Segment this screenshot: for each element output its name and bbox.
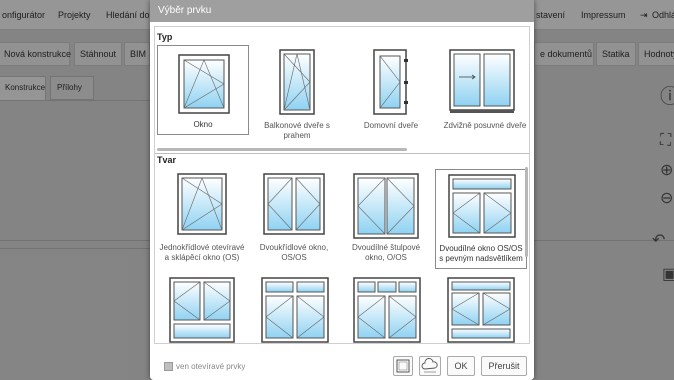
- tvar-label: Dvoukřídlové okno, OS/OS: [259, 243, 329, 262]
- cloud-button[interactable]: [419, 356, 441, 376]
- tvar-card-single-sash[interactable]: Jednokřídlové otevíravé a sklápěcí okno …: [157, 169, 247, 269]
- outward-opening-label: ven otevíravé prvky: [176, 362, 246, 371]
- frame-view-button[interactable]: [393, 356, 413, 376]
- lift-slide-door-icon: [449, 49, 515, 113]
- tvar-label: Dvoudílné štulpové okno, O/OS: [351, 243, 421, 262]
- typ-label: Okno: [193, 120, 213, 129]
- double-sash-window-icon: [263, 173, 325, 235]
- tvar-card-double-sash[interactable]: Dvoukřídlové okno, OS/OS: [249, 169, 339, 269]
- typ-label: Balkonové dveře s prahem: [264, 121, 330, 140]
- dialog-footer: ven otevíravé prvky OK Přerušit: [150, 346, 534, 380]
- tvar-label: Dvoudílné okno OS/OS s pevným nadsvětlík…: [439, 244, 523, 263]
- window-tilt-turn-icon: [178, 54, 230, 114]
- tvar-card-transom-split[interactable]: [249, 273, 339, 343]
- dialog-body: Typ Okno Balkonové dveře s prahem Domovn…: [154, 26, 530, 344]
- typ-card-balcony-door[interactable]: Balkonové dveře s prahem: [251, 45, 343, 145]
- element-selection-dialog: Výběr prvku Typ Okno Balkonové dveře s p: [150, 0, 534, 380]
- vertical-scrollbar[interactable]: [525, 167, 528, 257]
- typ-section-title: Typ: [157, 32, 173, 42]
- tvar-section-title: Tvar: [157, 155, 177, 165]
- balcony-door-icon: [279, 49, 315, 115]
- typ-label: Zdvižně posuvné dveře: [443, 121, 527, 130]
- typ-card-lift-slide-door[interactable]: Zdvižně posuvné dveře: [439, 45, 529, 135]
- window-with-bottom-light-icon: [169, 277, 235, 343]
- entrance-door-icon: [373, 49, 408, 115]
- typ-label: Domovní dveře: [363, 121, 419, 130]
- tvar-card-three-transoms[interactable]: [341, 273, 431, 343]
- tvar-card-window-with-transom[interactable]: Dvoudílné okno OS/OS s pevným nadsvětlík…: [435, 169, 527, 269]
- outward-opening-checkbox[interactable]: [164, 362, 173, 371]
- ok-button[interactable]: OK: [447, 356, 475, 376]
- section-divider: [155, 153, 529, 154]
- typ-card-entrance-door[interactable]: Domovní dveře: [345, 45, 437, 135]
- dialog-title: Výběr prvku: [150, 0, 534, 22]
- cloud-icon: [421, 358, 438, 373]
- single-sash-window-icon: [177, 173, 227, 235]
- tvar-card-transom-and-bottom[interactable]: [435, 273, 527, 343]
- window-with-three-transoms-icon: [353, 277, 421, 343]
- tvar-card-bottom-light[interactable]: [157, 273, 247, 343]
- tvar-label: Jednokřídlové otevíravé a sklápěcí okno …: [159, 243, 245, 262]
- cancel-button[interactable]: Přerušit: [481, 356, 527, 376]
- window-with-transom-icon: [448, 174, 516, 238]
- frame-icon: [396, 359, 410, 373]
- horizontal-scrollbar[interactable]: [157, 148, 407, 151]
- tvar-card-french-window[interactable]: Dvoudílné štulpové okno, O/OS: [341, 169, 431, 269]
- window-with-transom-split-icon: [261, 277, 329, 343]
- typ-card-window[interactable]: Okno: [157, 45, 249, 135]
- window-with-transom-and-bottom-icon: [447, 277, 515, 343]
- french-window-icon: [353, 173, 419, 239]
